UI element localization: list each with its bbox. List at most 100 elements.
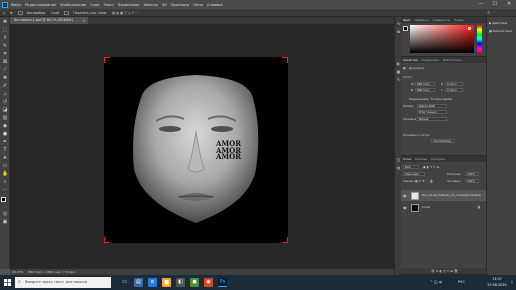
document-tab[interactable]: Без-имени-1.psd @ 66,7% (RGB/8#) [10,17,88,24]
app-icon[interactable]: ◉ [204,278,213,287]
folder-app-icon[interactable]: ▆ [162,278,171,287]
menu-filter[interactable]: Фильтр [144,3,158,7]
tab-swatches[interactable]: Образцы [415,18,429,22]
move-tool-icon[interactable]: ✥ [2,19,8,25]
marquee-tool-icon[interactable]: ⬚ [2,27,8,33]
auto-select-target[interactable]: Слой [51,11,59,15]
search-icon[interactable]: ⌕ [487,10,490,16]
eyedropper-tool-icon[interactable]: ⁄ [2,67,8,73]
history-brush-tool-icon[interactable]: ↺ [2,99,8,105]
tab-layers[interactable]: Слои [403,157,411,161]
crop-corner-br[interactable] [282,237,288,243]
quick-select-tool-icon[interactable]: ✎ [2,43,8,49]
menu-file[interactable]: Файл [11,3,21,7]
brush-tool-icon[interactable]: ✐ [2,83,8,89]
maximize-button[interactable]: ☐ [488,0,502,9]
menu-type[interactable]: Текст [104,3,115,7]
canvas-area[interactable]: AMOR AMOR AMOR [10,24,394,269]
system-clock[interactable]: 13:37 25.06.2020 [484,277,510,288]
minimize-button[interactable]: — [474,0,488,9]
lock-icons[interactable]: ▦ ✎ ✥ ⬚ 🔒 [415,179,433,183]
libraries-panel-button[interactable]: ▦ Библиотеки [489,29,512,33]
eraser-tool-icon[interactable]: ◪ [2,107,8,113]
browser-app-icon[interactable]: e [148,278,157,287]
eye-icon[interactable]: ◉ [403,202,407,213]
document-canvas[interactable]: AMOR AMOR AMOR [104,57,288,243]
close-window-button[interactable]: ✕ [502,0,516,9]
height-field[interactable]: 866 пикс. [415,88,435,92]
pen-tool-icon[interactable]: ✒ [2,139,8,145]
document-info[interactable]: 866 пикс. x 866 пикс. (72 ppi) [28,270,74,274]
show-transform-checkbox[interactable] [64,10,70,15]
tray-icons[interactable]: ⌃ ◫ ◂) [430,275,442,290]
move-tool-icon[interactable]: ✥ [10,11,13,15]
layer-row[interactable]: ◉ face_01.psd_Fullbody_01_normal@ornamen… [401,190,486,201]
dodge-tool-icon[interactable]: ● [2,131,8,137]
fill-select[interactable]: Белый [417,117,447,121]
bit-depth-select[interactable]: 8 бит/канал [417,110,447,114]
width-field[interactable]: 866 пикс. [415,82,435,86]
eye-icon[interactable]: ◉ [403,190,407,201]
fg-swatch-small[interactable] [403,26,408,31]
layer-filter-icons[interactable]: ▣ ◐ T ▭ ◈ [423,165,439,169]
more-tools-icon[interactable]: ··· [2,187,8,193]
task-view-icon[interactable]: ▭ [120,278,129,287]
menu-view[interactable]: Просмотр [171,3,189,7]
app-icon[interactable]: ● [190,278,199,287]
layer-kind-filter[interactable]: Вид [403,165,419,169]
menu-window[interactable]: Окно [193,3,203,7]
x-field[interactable]: 0 пикс. [445,82,463,86]
tab-color[interactable]: Цвет [403,18,411,22]
frame-tool-icon[interactable]: ⊠ [2,59,8,65]
gradient-tool-icon[interactable]: ▥ [2,115,8,121]
stamp-tool-icon[interactable]: ⊥ [2,91,8,97]
menu-layers[interactable]: Слои [90,3,99,7]
layer-row[interactable]: ◉ Слой 🔒 [401,202,486,213]
lasso-tool-icon[interactable]: ℓ [2,35,8,41]
tab-adjustments[interactable]: Коррекция [422,58,439,62]
tab-patterns[interactable]: Узоры [454,18,464,22]
path-select-tool-icon[interactable]: ➤ [2,155,8,161]
layer-name[interactable]: face_01.psd_Fullbody_01_normal@ornamentr [422,190,481,201]
explorer-app-icon[interactable]: ▤ [134,278,143,287]
blur-tool-icon[interactable]: ◆ [2,123,8,129]
color-picker-cursor[interactable] [468,27,471,30]
color-picker-field[interactable] [410,25,474,53]
type-tool-icon[interactable]: T [2,147,8,153]
tab-paths[interactable]: Контуры [431,157,445,161]
menu-edit[interactable]: Редактирование [25,3,56,7]
screen-mode-icon[interactable]: ▣ [2,219,8,225]
quick-mask-icon[interactable]: ◎ [2,211,8,217]
crop-corner-bl[interactable] [104,237,110,243]
menu-3d[interactable]: 3D [162,3,167,7]
crop-corner-tl[interactable] [104,57,110,63]
tab-gradients[interactable]: Градиенты [433,18,451,22]
menu-select[interactable]: Выделение [118,3,139,7]
actions-panel-button[interactable]: ▶ Действия [489,21,507,25]
zoom-level[interactable]: 66,67% [12,270,23,274]
y-field[interactable]: 0 пикс. [445,88,463,92]
close-tab-button[interactable]: × [82,17,85,24]
taskbar-search-box[interactable]: Введите здесь текст для поиска [15,277,111,288]
opacity-field[interactable]: 100% [465,172,479,176]
input-language[interactable]: РУС [458,275,465,290]
zoom-tool-icon[interactable]: ⌕ [2,179,8,185]
mode-select[interactable]: Цвета RGB [417,104,447,108]
fill-opacity-field[interactable]: 100% [465,179,479,183]
photoshop-app-icon[interactable]: Ps [218,278,227,287]
tab-channels[interactable]: Каналы [415,157,427,161]
tab-libraries[interactable]: Библиотеки [443,58,462,62]
tab-properties[interactable]: Свойства [403,58,418,62]
store-app-icon[interactable]: ◧ [176,278,185,287]
crop-tool-icon[interactable]: ⌗ [2,51,8,57]
menu-image[interactable]: Изображение [60,3,86,7]
foreground-color-swatch[interactable] [1,197,6,202]
layer-action-icons[interactable]: ⛓ fx ◐ ◔ ▭ ⊞ 🗑 [431,269,458,273]
menu-help[interactable]: Справка [207,3,223,7]
hand-tool-icon[interactable]: ✋ [2,171,8,177]
blend-mode-select[interactable]: Обычные [403,172,425,176]
align-icons[interactable]: ▤ ▥ ▦ ⊤ ⊥ ⊢ ··· [112,11,138,15]
auto-select-checkbox[interactable] [17,10,23,15]
healing-tool-icon[interactable]: ✚ [2,75,8,81]
notifications-icon[interactable]: ▯ [511,275,513,290]
